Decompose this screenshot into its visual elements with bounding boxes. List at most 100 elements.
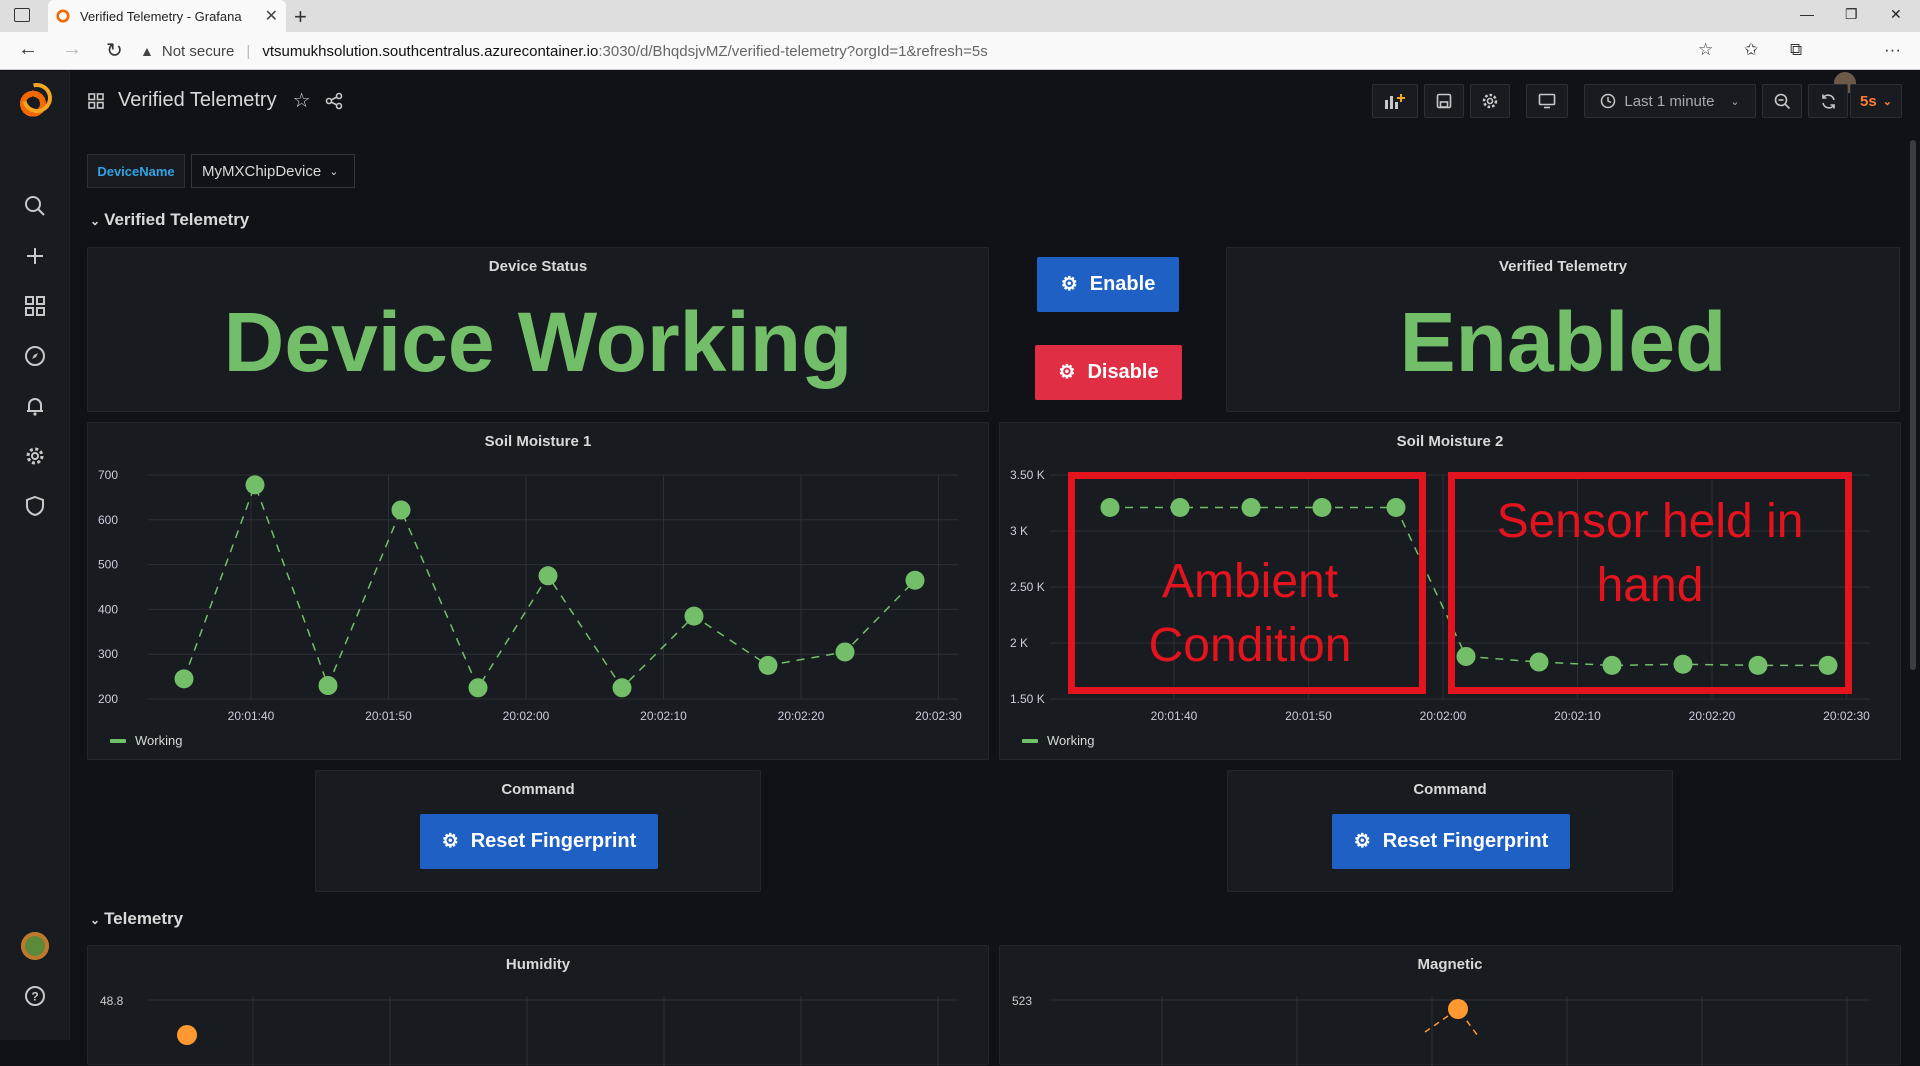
data-point [391,500,411,520]
address-bar: ← → ↻ ▲ Not secure | vtsumukhsolution.so… [0,32,1920,94]
gear-icon: ⚙ [441,831,459,852]
add-panel-icon[interactable] [1372,84,1418,118]
favorites-icon[interactable]: ✩ [1744,40,1758,60]
y-tick-label: 300 [98,647,118,661]
enable-button[interactable]: ⚙ Enable [1037,257,1179,312]
x-tick-label: 20:01:50 [1285,709,1332,723]
user-avatar[interactable] [21,932,49,960]
more-icon[interactable]: ··· [1884,40,1901,60]
back-icon[interactable]: ← [18,38,38,61]
close-window-icon[interactable]: ✕ [1890,6,1902,23]
close-tab-icon[interactable]: ✕ [265,6,278,26]
chevron-down-icon: ⌄ [1882,95,1892,108]
window-menu-icon[interactable] [14,8,30,22]
reset-fingerprint-button[interactable]: ⚙ Reset Fingerprint [420,814,658,869]
zoom-out-icon[interactable] [1762,84,1802,118]
legend-swatch [110,738,126,743]
dashboard-title-bar: Verified Telemetry ☆ [88,88,343,113]
legend-item[interactable]: Working [1022,733,1094,748]
maximize-icon[interactable]: ❐ [1845,6,1858,23]
row-title: Telemetry [104,909,184,928]
data-point [174,669,194,689]
row-verified-telemetry[interactable]: ⌄ Verified Telemetry [90,210,249,230]
browser-tab[interactable]: Verified Telemetry - Grafana ✕ [48,0,286,32]
magnetic-chart[interactable] [1000,946,1902,1066]
explore-icon[interactable] [21,342,49,370]
minimize-icon[interactable]: — [1800,6,1814,22]
url-host: vtsumukhsolution.southcentralus.azurecon… [262,42,599,60]
data-point [538,566,558,586]
create-icon[interactable] [21,242,49,270]
dashboard-title[interactable]: Verified Telemetry [118,89,277,112]
chevron-down-icon: ⌄ [1730,95,1740,108]
security-label: Not secure [161,42,235,60]
forward-icon[interactable]: → [62,38,82,61]
humidity-chart[interactable] [88,946,990,1066]
configuration-gear-icon[interactable] [21,442,49,470]
x-tick-label: 20:01:50 [365,709,412,723]
cycle-view-mode-icon[interactable] [1526,84,1568,118]
refresh-interval: 5s [1860,92,1877,110]
disable-button[interactable]: ⚙ Disable [1035,345,1182,400]
soil-moisture-1-chart[interactable]: 200 300 400 500 600 700 20:01:40 20:01:50 20:02:… [88,423,990,761]
y-tick-label: 400 [98,602,118,616]
dashboard-settings-icon[interactable] [1470,84,1510,118]
legend-item[interactable]: Working [110,733,182,748]
reset-fingerprint-label: Reset Fingerprint [470,830,637,852]
refresh-icon[interactable] [1808,84,1848,118]
device-status-panel: Device Status Device Working [87,247,989,412]
row-telemetry[interactable]: ⌄ Telemetry [90,909,183,929]
server-admin-shield-icon[interactable] [21,492,49,520]
data-point [835,642,855,662]
magnetic-panel: Magnetic 523 [999,945,1902,1066]
y-tick-label: 2 K [1010,636,1028,650]
data-point [612,678,632,698]
sensor-in-hand-label: Sensor held in hand [1496,495,1804,612]
x-tick-label: 20:02:00 [503,709,550,723]
collections-icon[interactable]: ⧉ [1790,40,1802,60]
warning-icon: ▲ [140,43,154,59]
y-tick-label: 700 [98,468,118,482]
y-tick-label: 2.50 K [1010,580,1045,594]
save-dashboard-icon[interactable] [1424,84,1464,118]
panel-title: Verified Telemetry [1498,258,1628,275]
panel-title: Device Status [488,258,588,275]
x-tick-label: 20:02:20 [1689,709,1736,723]
x-tick-label: 20:02:30 [915,709,962,723]
verified-telemetry-panel: Verified Telemetry Enabled [1226,247,1900,412]
page-scrollbar[interactable] [1910,140,1916,670]
row-title: Verified Telemetry [104,210,250,229]
series-line [183,482,916,690]
help-icon[interactable]: ? [21,982,49,1010]
alerting-bell-icon[interactable] [21,392,49,420]
dashboard-grid-icon [88,92,104,109]
data-point [468,678,488,698]
url-field[interactable]: ▲ Not secure | vtsumukhsolution.southcen… [140,37,1700,65]
reload-icon[interactable]: ↻ [106,38,123,63]
gear-icon: ⚙ [1353,831,1371,852]
grafana-logo-icon[interactable] [16,85,50,119]
device-name-variable-label: DeviceName [87,154,185,188]
data-point [758,655,778,675]
device-name-select[interactable]: MyMXChipDevice ⌄ [191,154,355,188]
command-panel-left: Command ⚙ Reset Fingerprint [315,770,761,892]
add-favorite-icon[interactable]: ☆ [1698,40,1713,60]
dashboards-icon[interactable] [21,292,49,320]
data-point [905,570,925,590]
gear-icon: ⚙ [1058,362,1076,383]
chevron-down-icon: ⌄ [329,165,339,178]
refresh-interval-picker[interactable]: 5s ⌄ [1850,84,1902,118]
browser-tab-bar: Verified Telemetry - Grafana ✕ + — ❐ ✕ [0,0,1920,32]
time-picker[interactable]: Last 1 minute ⌄ [1584,84,1756,118]
svg-text:?: ? [31,990,38,1004]
new-tab-icon[interactable]: + [294,4,307,30]
y-tick-label: 3 K [1010,524,1028,538]
reset-fingerprint-button[interactable]: ⚙ Reset Fingerprint [1332,814,1570,869]
search-icon[interactable] [21,192,49,220]
share-icon[interactable] [325,92,343,110]
x-tick-label: 20:02:30 [1823,709,1870,723]
x-tick-label: 20:02:20 [778,709,825,723]
command-panel-right: Command ⚙ Reset Fingerprint [1227,770,1673,892]
y-tick-label: 600 [98,513,118,527]
star-icon[interactable]: ☆ [293,88,311,113]
